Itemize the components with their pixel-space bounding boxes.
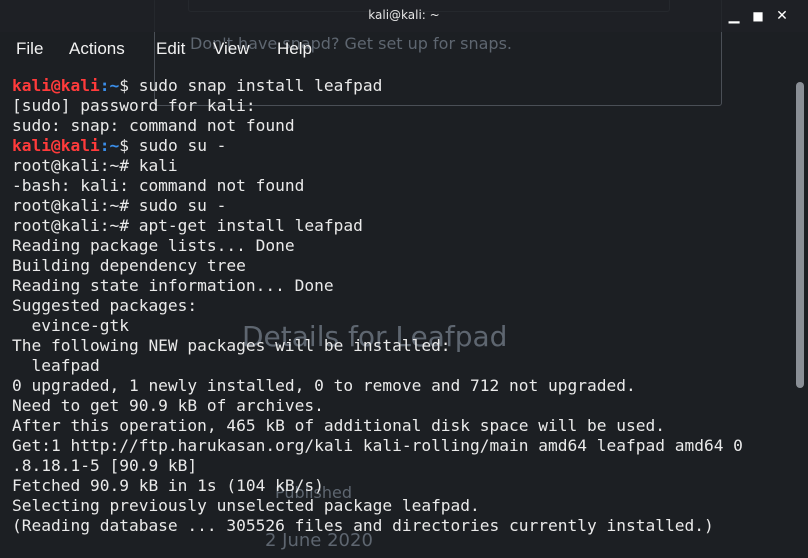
terminal-line: root@kali:~# kali bbox=[12, 156, 178, 175]
terminal-line: The following NEW packages will be insta… bbox=[12, 336, 451, 355]
terminal-line: kali@kali:~$ sudo snap install leafpad bbox=[12, 76, 786, 96]
terminal-line: [sudo] password for kali: bbox=[12, 96, 256, 115]
terminal-line: root@kali:~# sudo su - bbox=[12, 196, 227, 215]
menu-edit[interactable]: Edit bbox=[156, 39, 185, 59]
terminal-line: Reading package lists... Done bbox=[12, 236, 295, 255]
close-button[interactable]: ✕ bbox=[772, 6, 792, 26]
terminal-line: Building dependency tree bbox=[12, 256, 246, 275]
maximize-button[interactable]: ■ bbox=[748, 6, 768, 26]
scrollbar-thumb[interactable] bbox=[796, 82, 804, 388]
terminal-line: evince-gtk bbox=[12, 316, 129, 335]
prompt-path: :~ bbox=[99, 76, 120, 95]
terminal-line: Reading state information... Done bbox=[12, 276, 334, 295]
menu-file[interactable]: File bbox=[16, 39, 43, 59]
prompt-user: kali@kali bbox=[12, 76, 100, 95]
menu-view[interactable]: View bbox=[213, 39, 250, 59]
terminal-output[interactable]: kali@kali:~$ sudo snap install leafpad [s… bbox=[12, 76, 786, 536]
terminal-line: Fetched 90.9 kB in 1s (104 kB/s) bbox=[12, 476, 324, 495]
terminal-line: .8.18.1-5 [90.9 kB] bbox=[12, 456, 198, 475]
terminal-line: -bash: kali: command not found bbox=[12, 176, 305, 195]
title-bar[interactable]: kali@kali: ~ ▁ ■ ✕ bbox=[0, 0, 808, 32]
terminal-line: kali@kali:~$ sudo su - bbox=[12, 136, 786, 156]
terminal-line: Suggested packages: bbox=[12, 296, 198, 315]
command-text: sudo snap install leafpad bbox=[138, 76, 383, 95]
terminal-line: leafpad bbox=[12, 356, 100, 375]
terminal-line: Get:1 http://ftp.harukasan.org/kali kali… bbox=[12, 436, 743, 455]
prompt-user: kali@kali bbox=[12, 136, 100, 155]
menu-bar: File Actions Edit View Help bbox=[0, 32, 808, 66]
terminal-line: Selecting previously unselected package … bbox=[12, 496, 480, 515]
terminal-line: root@kali:~# apt-get install leafpad bbox=[12, 216, 363, 235]
command-text: sudo su - bbox=[138, 136, 227, 155]
terminal-line: After this operation, 465 kB of addition… bbox=[12, 416, 665, 435]
terminal-line: Need to get 90.9 kB of archives. bbox=[12, 396, 324, 415]
menu-actions[interactable]: Actions bbox=[69, 39, 125, 59]
prompt-path: :~ bbox=[99, 136, 120, 155]
window-title: kali@kali: ~ bbox=[368, 8, 440, 22]
minimize-button[interactable]: ▁ bbox=[724, 6, 744, 26]
menu-help[interactable]: Help bbox=[277, 39, 312, 59]
terminal-line: (Reading database ... 305526 files and d… bbox=[12, 516, 714, 535]
prompt-symbol: $ bbox=[119, 76, 139, 95]
terminal-line: 0 upgraded, 1 newly installed, 0 to remo… bbox=[12, 376, 636, 395]
terminal-window: Don't have snapd? Get set up for snaps. … bbox=[0, 0, 808, 558]
terminal-line: sudo: snap: command not found bbox=[12, 116, 295, 135]
prompt-symbol: $ bbox=[119, 136, 139, 155]
